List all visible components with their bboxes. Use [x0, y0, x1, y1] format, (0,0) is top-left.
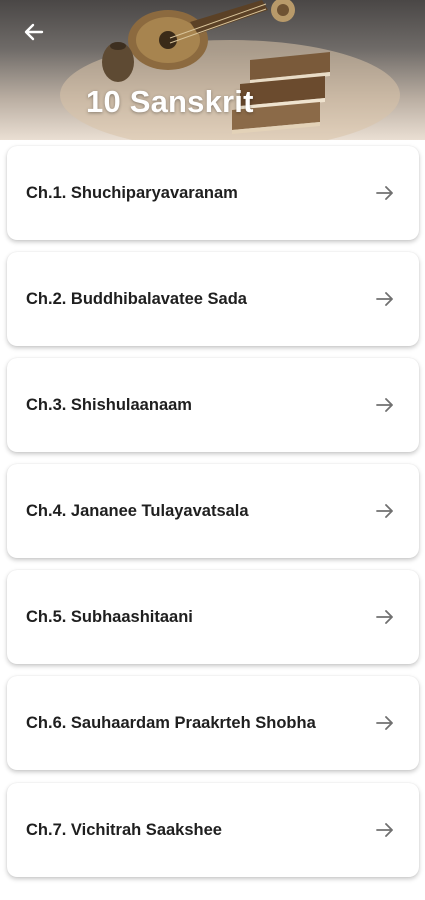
- chapter-label: Ch.3. Shishulaanaam: [26, 395, 192, 414]
- chapter-label: Ch.5. Subhaashitaani: [26, 607, 193, 626]
- chapter-item-5[interactable]: Ch.5. Subhaashitaani: [7, 570, 419, 664]
- arrow-right-icon: [376, 504, 393, 518]
- arrow-left-icon: [24, 23, 44, 41]
- chapter-label: Ch.2. Buddhibalavatee Sada: [26, 289, 247, 308]
- screen: 10 Sanskrit Ch.1. Shuchiparyavaranam Ch.…: [0, 0, 425, 900]
- page-title: 10 Sanskrit: [86, 84, 254, 119]
- arrow-right-icon: [376, 716, 393, 730]
- chapter-item-7[interactable]: Ch.7. Vichitrah Saakshee: [7, 783, 419, 877]
- chapter-item-6[interactable]: Ch.6. Sauhaardam Praakrteh Shobha: [7, 676, 419, 770]
- chapter-label: Ch.6. Sauhaardam Praakrteh Shobha: [26, 713, 316, 732]
- arrow-right-icon: [376, 823, 393, 837]
- chapter-label: Ch.4. Jananee Tulayavatsala: [26, 501, 249, 520]
- arrow-right-icon: [376, 292, 393, 306]
- chapter-label: Ch.1. Shuchiparyavaranam: [26, 183, 238, 202]
- header: 10 Sanskrit: [0, 0, 425, 140]
- arrow-right-icon: [376, 610, 393, 624]
- chapter-item-1[interactable]: Ch.1. Shuchiparyavaranam: [7, 146, 419, 240]
- arrow-right-icon: [376, 186, 393, 200]
- arrow-right-icon: [376, 398, 393, 412]
- chapter-item-3[interactable]: Ch.3. Shishulaanaam: [7, 358, 419, 452]
- chapter-label: Ch.7. Vichitrah Saakshee: [26, 820, 222, 839]
- chapter-item-4[interactable]: Ch.4. Jananee Tulayavatsala: [7, 464, 419, 558]
- back-button[interactable]: [16, 14, 52, 50]
- chapter-item-2[interactable]: Ch.2. Buddhibalavatee Sada: [7, 252, 419, 346]
